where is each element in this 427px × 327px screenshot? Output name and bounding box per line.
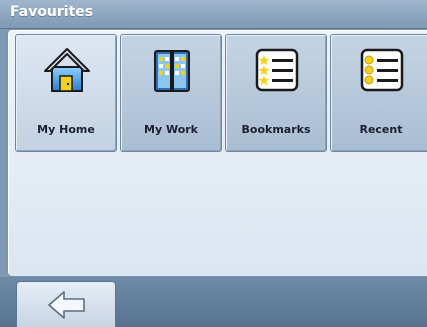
bottom-toolbar <box>0 277 427 327</box>
bookmarks-list-icon <box>252 45 302 95</box>
page-title: Favourites <box>10 4 94 20</box>
home-icon <box>42 45 92 95</box>
my-home-button[interactable]: My Home <box>15 34 117 152</box>
bookmarks-button[interactable]: Bookmarks <box>225 34 327 152</box>
recent-button[interactable]: Recent <box>330 34 427 152</box>
back-arrow-icon <box>48 291 85 319</box>
title-bar: Favourites <box>0 0 427 29</box>
my-work-button[interactable]: My Work <box>120 34 222 152</box>
office-building-icon <box>147 45 197 95</box>
tile-label: My Home <box>37 123 95 136</box>
tile-label: My Work <box>144 123 198 136</box>
tile-label: Bookmarks <box>241 123 311 136</box>
recent-list-icon <box>357 45 407 95</box>
back-button[interactable] <box>16 281 116 327</box>
tile-label: Recent <box>359 123 403 136</box>
